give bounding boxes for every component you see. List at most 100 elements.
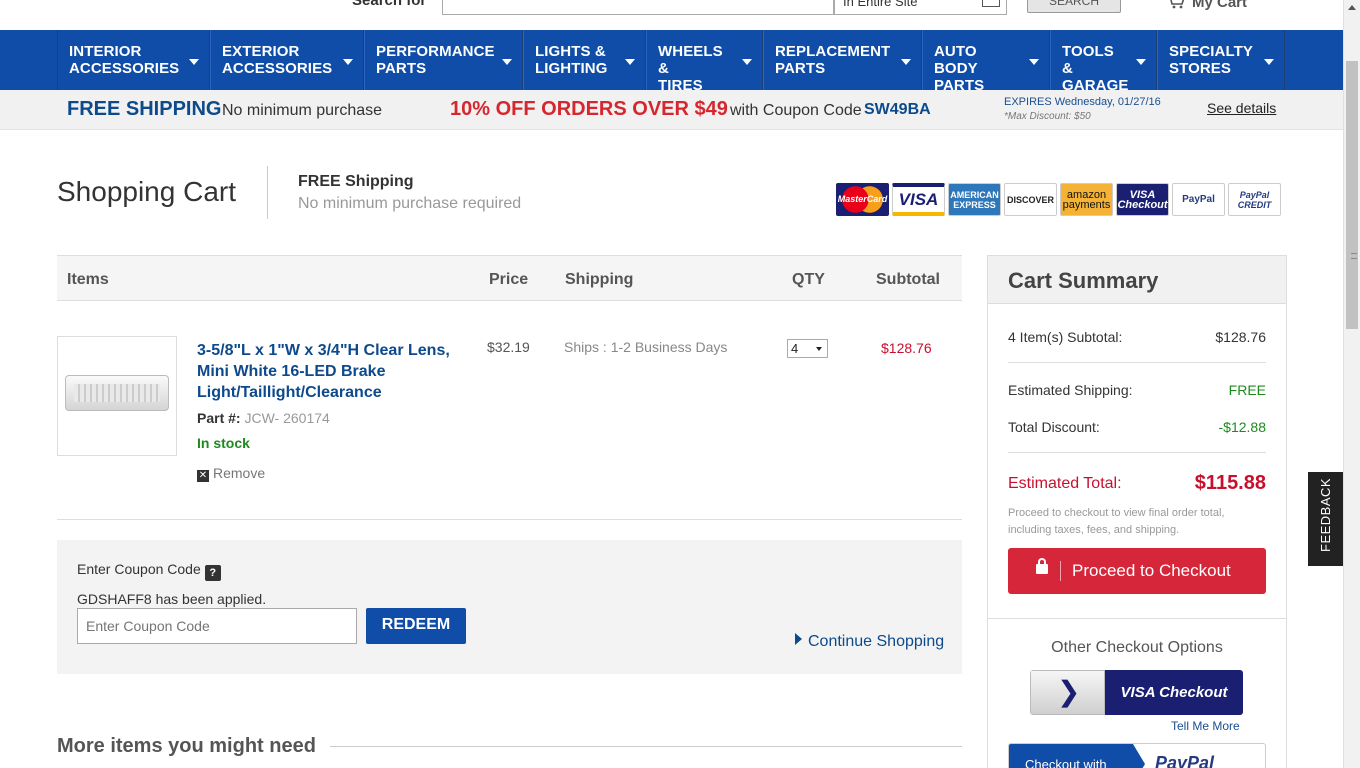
promo-coupon-text: with Coupon Code <box>730 102 862 119</box>
product-image[interactable] <box>57 336 177 456</box>
nav-performance-parts[interactable]: PERFORMANCE PARTS <box>364 30 523 90</box>
caret-down-icon <box>625 59 635 65</box>
lock-icon <box>1036 558 1048 574</box>
chevron-right-icon <box>1030 670 1105 715</box>
nav-exterior-accessories[interactable]: EXTERIOR ACCESSORIES <box>210 30 364 90</box>
caret-down-icon <box>1029 59 1039 65</box>
main-nav: INTERIOR ACCESSORIES EXTERIOR ACCESSORIE… <box>0 30 1343 94</box>
nav-label-line2: ACCESSORIES <box>69 60 180 77</box>
payment-methods: MasterCard VISA AMERICAN EXPRESS DISCOVE… <box>836 183 1281 216</box>
summary-divider <box>1008 452 1266 453</box>
nav-wheels-tires[interactable]: WHEELS & TIRES <box>646 30 763 94</box>
feedback-tab[interactable]: FEEDBACK <box>1308 472 1343 566</box>
my-cart-label: My Cart <box>1192 0 1248 11</box>
estimated-total-label: Estimated Total: <box>1008 475 1122 492</box>
visa-checkout-button[interactable]: VISA Checkout <box>1030 670 1243 715</box>
summary-shipping-row: Estimated Shipping: FREE <box>1008 382 1266 398</box>
nav-replacement-parts[interactable]: REPLACEMENT PARTS <box>763 30 922 90</box>
nav-label-line2: ACCESSORIES <box>222 60 333 77</box>
nav-label-line1: WHEELS & <box>658 43 723 77</box>
caret-down-icon <box>1136 59 1146 65</box>
nav-label-line1: LIGHTS & <box>535 43 606 60</box>
scroll-up-arrow-icon[interactable] <box>1348 5 1356 10</box>
promo-max-discount: *Max Discount: $50 <box>1004 111 1091 122</box>
title-divider <box>267 166 268 219</box>
summary-discount-value: -$12.88 <box>1218 419 1266 435</box>
part-number-value: JCW- 260174 <box>244 410 330 426</box>
vertical-scrollbar[interactable] <box>1343 0 1360 768</box>
checkout-button-label: Proceed to Checkout <box>1072 561 1231 580</box>
part-number-label: Part #: <box>197 410 241 426</box>
paypal-logo-text: PayPal <box>1155 753 1215 768</box>
more-items-heading: More items you might need <box>57 735 316 757</box>
my-cart-link[interactable]: My Cart <box>1166 0 1247 11</box>
feedback-label: FEEDBACK <box>1318 477 1333 552</box>
more-items-divider <box>330 746 962 747</box>
continue-shopping-link[interactable]: Continue Shopping <box>795 633 944 651</box>
nav-label-line1: REPLACEMENT <box>775 43 891 60</box>
help-icon[interactable]: ? <box>204 565 221 581</box>
continue-shopping-label: Continue Shopping <box>808 633 945 650</box>
tell-me-more-link[interactable]: Tell Me More <box>1171 719 1240 733</box>
proceed-to-checkout-button[interactable]: Proceed to Checkout <box>1008 548 1266 594</box>
visa-checkout-logo: VISA Checkout <box>1116 183 1169 216</box>
row-divider <box>57 519 962 520</box>
paypal-credit-logo: PayPal CREDIT <box>1228 183 1281 216</box>
nav-auto-body-parts[interactable]: AUTO BODY PARTS <box>922 30 1050 94</box>
nav-specialty-stores[interactable]: SPECIALTY STORES <box>1157 30 1285 90</box>
nav-tools-garage[interactable]: TOOLS & GARAGE <box>1050 30 1157 94</box>
product-name-link[interactable]: 3-5/8"L x 1"W x 3/4"H Clear Lens, Mini W… <box>197 340 462 403</box>
nav-label-line2: LIGHTING <box>535 60 608 77</box>
visa-checkout-label: VISA Checkout <box>1105 670 1243 715</box>
col-price: Price <box>489 271 529 288</box>
nav-label-line1: AUTO BODY <box>934 43 978 77</box>
search-label: Search for <box>352 0 427 9</box>
cart-summary: Cart Summary 4 Item(s) Subtotal: $128.76… <box>987 255 1287 768</box>
coupon-section: Enter Coupon Code? GDSHAFF8 has been app… <box>57 540 962 674</box>
coupon-label-text: Enter Coupon Code <box>77 561 201 577</box>
nav-interior-accessories[interactable]: INTERIOR ACCESSORIES <box>57 30 210 90</box>
amex-logo: AMERICAN EXPRESS <box>948 183 1001 216</box>
col-shipping: Shipping <box>565 271 634 288</box>
item-subtotal: $128.76 <box>881 340 932 356</box>
remove-x-icon: ✕ <box>197 470 209 482</box>
scope-dropdown-icon <box>982 0 1000 7</box>
scrollbar-thumb[interactable] <box>1346 61 1358 329</box>
cart-table-header: Items Price Shipping QTY Subtotal <box>57 255 962 301</box>
mastercard-logo: MasterCard <box>836 183 889 216</box>
page-title: Shopping Cart <box>57 176 237 207</box>
header-shipping-sub: No minimum purchase required <box>298 195 522 212</box>
redeem-button[interactable]: REDEEM <box>366 608 466 644</box>
see-details-link[interactable]: See details <box>1207 100 1276 116</box>
search-input[interactable] <box>442 0 834 15</box>
summary-subtotal-row: 4 Item(s) Subtotal: $128.76 <box>1008 329 1266 345</box>
caret-down-icon <box>502 59 512 65</box>
paypal-checkout-label: Checkout with <box>1009 744 1145 768</box>
nav-label-line2: STORES <box>1169 60 1232 77</box>
paypal-checkout-button[interactable]: Checkout with PayPal <box>1008 743 1266 768</box>
col-items: Items <box>67 271 109 288</box>
summary-subtotal-label: 4 Item(s) Subtotal: <box>1008 329 1123 345</box>
nav-label-line2: PARTS <box>376 60 427 77</box>
quantity-select[interactable]: 4 <box>787 339 828 358</box>
nav-lights-lighting[interactable]: LIGHTS & LIGHTING <box>523 30 646 90</box>
nav-label-line2: PARTS <box>775 60 826 77</box>
mastercard-label: MasterCard <box>837 184 888 215</box>
nav-label-line1: TOOLS & <box>1062 43 1114 77</box>
search-scope-value: In Entire Site <box>843 0 918 9</box>
promo-expires: EXPIRES Wednesday, 01/27/16 <box>1004 96 1161 108</box>
summary-divider <box>1008 362 1266 363</box>
promo-discount: 10% OFF ORDERS OVER $49 <box>450 98 728 120</box>
nav-label-line1: EXTERIOR <box>222 43 300 60</box>
cart-icon <box>1166 0 1186 9</box>
nav-label-line1: PERFORMANCE <box>376 43 495 60</box>
promo-coupon-code: SW49BA <box>864 101 931 118</box>
search-button[interactable]: SEARCH <box>1027 0 1121 13</box>
search-scope-select[interactable]: In Entire Site <box>834 0 1007 15</box>
coupon-code-input[interactable] <box>77 608 357 644</box>
remove-item-button[interactable]: ✕ Remove <box>197 465 265 482</box>
promo-free-shipping-sub: No minimum purchase <box>222 102 383 119</box>
caret-down-icon <box>189 59 199 65</box>
item-price: $32.19 <box>487 339 530 355</box>
visa-logo: VISA <box>892 183 945 216</box>
